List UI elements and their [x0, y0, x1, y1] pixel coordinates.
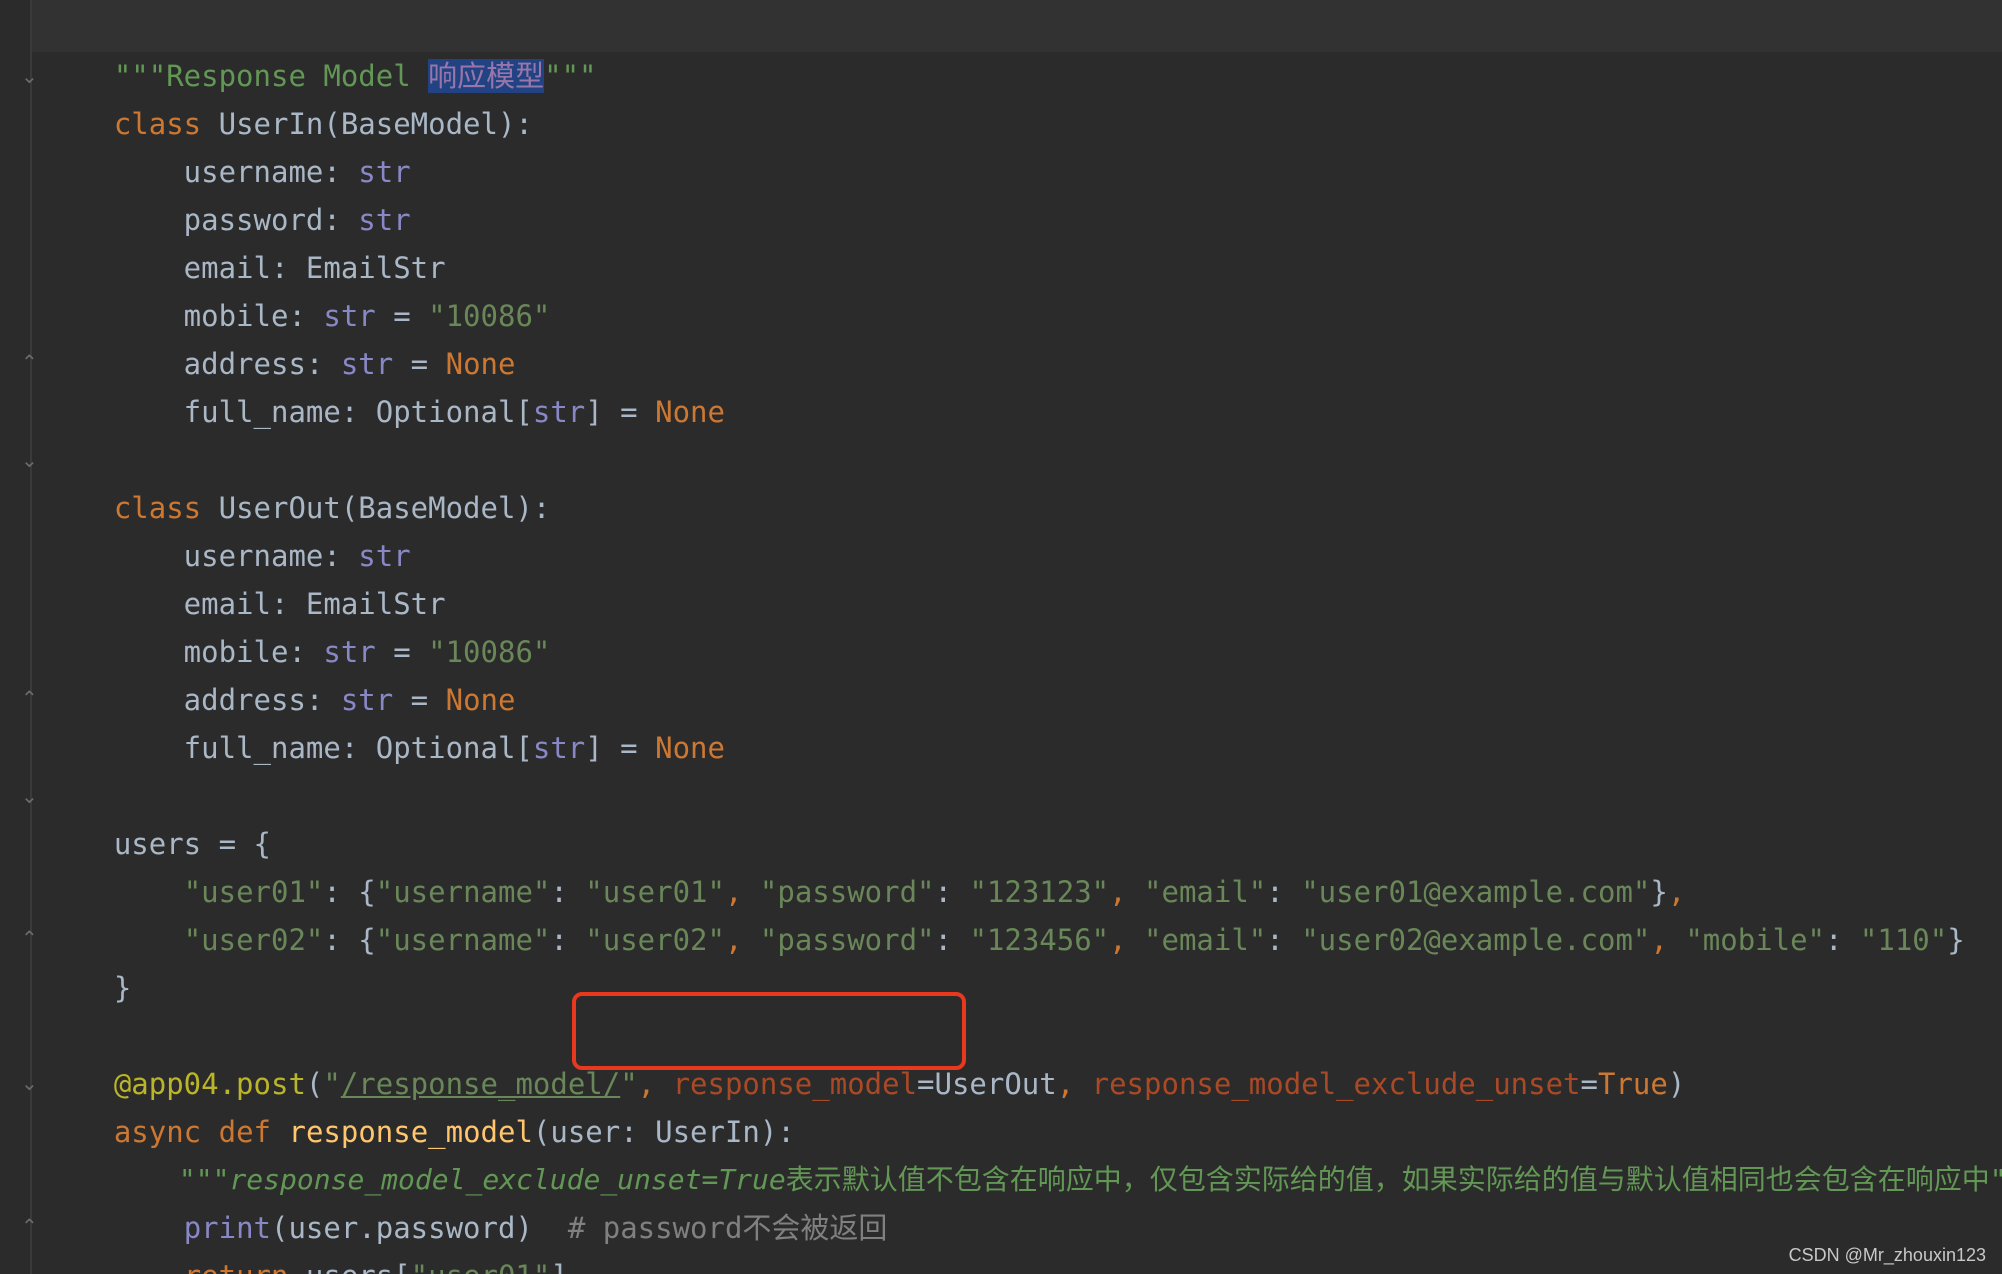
docstring-quotes: """: [1990, 1163, 2002, 1196]
code-line-user01[interactable]: "user01": {"username": "user01", "passwo…: [44, 820, 1686, 909]
code-line-class-userout[interactable]: class UserOut(BaseModel):: [44, 436, 551, 525]
comma: ,: [1650, 923, 1686, 957]
fold-open-icon[interactable]: ⌄: [21, 66, 39, 86]
fold-open-icon[interactable]: ⌄: [21, 1073, 39, 1093]
paren: ): [1667, 1067, 1686, 1101]
code-line-field[interactable]: email: EmailStr: [44, 532, 446, 621]
code-line-field[interactable]: address: str = None: [44, 628, 516, 717]
dict-key: "mobile": [1685, 923, 1825, 957]
operator: =: [1580, 1067, 1598, 1101]
code-editor[interactable]: ⌄ ⌃ ⌄ ⌃ ⌄ ⌃ ⌄ ⌃ """Response Model 响应模型""…: [0, 0, 2002, 1274]
code-line-field[interactable]: mobile: str = "10086": [44, 580, 551, 669]
default-value: None: [655, 395, 725, 429]
dict-value: "user02@example.com": [1301, 923, 1651, 957]
dict-value: "110": [1859, 923, 1948, 957]
fold-open-icon[interactable]: ⌄: [21, 450, 39, 470]
code-line-field[interactable]: mobile: str = "10086": [44, 244, 551, 333]
return-expression: users[: [288, 1259, 411, 1274]
code-line-user02[interactable]: "user02": {"username": "user02", "passwo…: [44, 868, 1965, 957]
dict-value: "user02": [585, 923, 725, 957]
keyword-return: return: [184, 1259, 289, 1274]
fold-open-icon[interactable]: ⌄: [21, 786, 39, 806]
dict-key: "password": [759, 923, 935, 957]
code-line-field[interactable]: email: EmailStr: [44, 196, 446, 285]
punctuation: }: [1947, 923, 1965, 957]
param-value: True: [1597, 1067, 1668, 1101]
fold-close-icon[interactable]: ⌃: [21, 1216, 39, 1236]
fold-close-icon[interactable]: ⌃: [21, 928, 39, 948]
watermark: CSDN @Mr_zhouxin123: [1788, 1245, 1986, 1265]
dict-key: "user02": [183, 923, 324, 957]
code-line-field[interactable]: username: str: [44, 100, 411, 189]
field-type: str: [532, 731, 586, 765]
code-line-class-userin[interactable]: class UserIn(BaseModel):: [44, 52, 533, 141]
param-exclude-unset: response_model_exclude_unset: [1091, 1067, 1581, 1101]
code-line-field[interactable]: password: str: [44, 148, 411, 237]
fold-close-icon[interactable]: ⌃: [21, 688, 39, 708]
operator: ] =: [585, 395, 656, 429]
comma: ,: [724, 923, 760, 957]
punctuation: : {: [323, 923, 376, 957]
string-key: "user01": [411, 1259, 551, 1274]
punctuation: :: [1266, 923, 1302, 957]
field-name: full_name: Optional[: [113, 395, 533, 429]
annotation-highlight-box: [572, 992, 966, 1070]
close-brace: }: [113, 971, 132, 1005]
field-type: str: [532, 395, 586, 429]
bracket: ]: [550, 1259, 567, 1274]
docstring-chinese-text: 表示默认值不包含在响应中，仅包含实际给的值，如果实际给的值与默认值相同也会包含在…: [785, 1163, 1990, 1196]
comma: ,: [1109, 923, 1145, 957]
comment: # password不会被返回: [567, 1211, 888, 1245]
punctuation: :: [934, 923, 970, 957]
default-value: None: [655, 731, 725, 765]
comma: ,: [1056, 1067, 1092, 1101]
fold-close-icon[interactable]: ⌃: [21, 352, 39, 372]
dict-value: "123456": [969, 923, 1110, 957]
code-line-field[interactable]: address: str = None: [44, 292, 516, 381]
code-line-field[interactable]: full_name: Optional[str] = None: [44, 676, 725, 765]
code-line-field[interactable]: full_name: Optional[str] = None: [44, 340, 725, 429]
code-line-field[interactable]: username: str: [44, 484, 411, 573]
param-value: =UserOut: [917, 1067, 1057, 1101]
code-line-print[interactable]: print(user.password) # password不会被返回: [44, 1156, 888, 1245]
code-line-return[interactable]: return users["user01"]: [44, 1204, 568, 1274]
code-line-docstring[interactable]: """response_model_exclude_unset=True表示默认…: [44, 1108, 2002, 1196]
dict-key: "username": [375, 923, 551, 957]
docstring-quotes: """: [544, 59, 597, 93]
punctuation: :: [550, 923, 586, 957]
punctuation: :: [1825, 923, 1860, 957]
code-line-users[interactable]: users = {: [44, 772, 271, 861]
code-line-close-brace[interactable]: }: [44, 916, 131, 1005]
field-name: full_name: Optional[: [113, 731, 533, 765]
operator: ] =: [585, 731, 656, 765]
code-line-docstring[interactable]: """Response Model 响应模型""": [44, 4, 597, 93]
dict-key: "email": [1144, 923, 1267, 957]
